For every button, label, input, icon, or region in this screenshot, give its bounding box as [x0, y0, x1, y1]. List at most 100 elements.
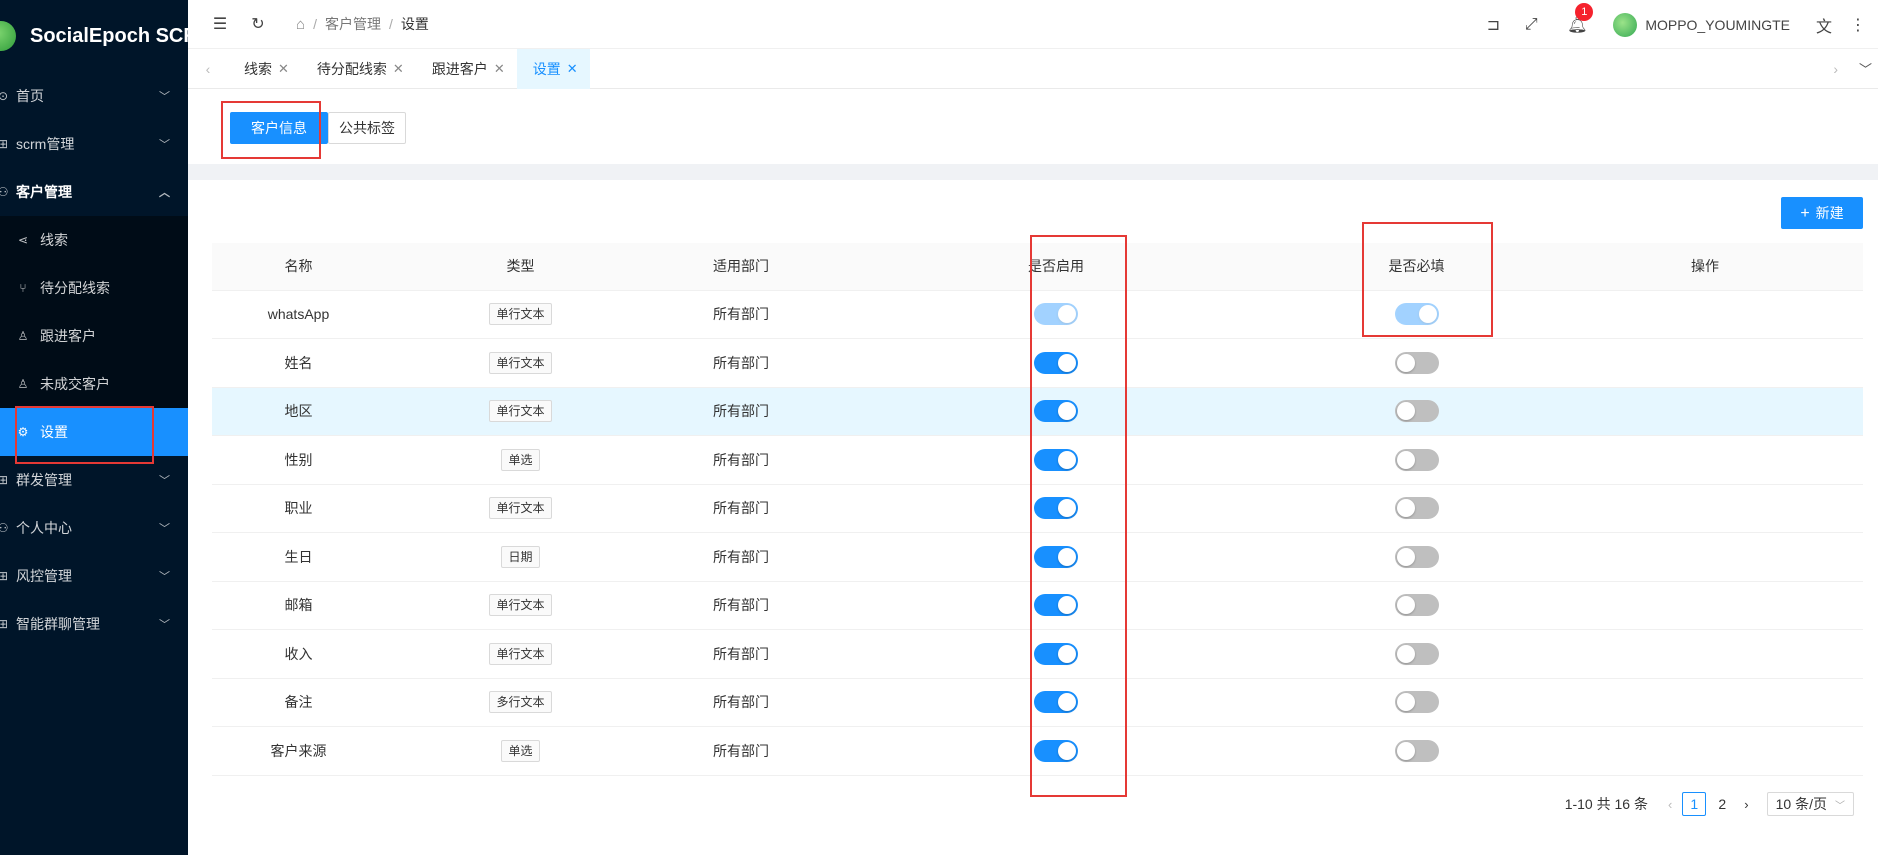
sidebar-item-follow-up-customers[interactable]: ♙ 跟进客户 — [0, 312, 188, 360]
close-icon[interactable]: ✕ — [494, 61, 505, 77]
column-header-type: 类型 — [385, 243, 656, 291]
cell-department: 所有部门 — [656, 726, 826, 776]
cell-required — [1286, 532, 1547, 582]
breadcrumb-item[interactable]: 客户管理 — [325, 14, 381, 34]
close-icon[interactable]: ✕ — [278, 61, 289, 77]
tab-label: 线索 — [244, 60, 272, 77]
tab-follow-up-customers[interactable]: 跟进客户 ✕ — [416, 49, 517, 89]
sidebar-item-scrm[interactable]: ⊞ scrm管理 ﹀ — [0, 120, 188, 168]
gear-icon: ⚙ — [17, 425, 29, 439]
prev-page-icon[interactable]: ‹ — [1668, 797, 1672, 812]
fields-table: 名称 类型 适用部门 是否启用 是否必填 操作 whatsApp 单行文本 所有部门… — [212, 243, 1863, 776]
new-button[interactable]: + 新建 — [1781, 197, 1863, 229]
toggle-knob — [1396, 450, 1415, 469]
cell-type: 单行文本 — [385, 338, 656, 388]
user-icon: ♙ — [17, 329, 29, 343]
sidebar-item-leads[interactable]: ⋖ 线索 — [0, 216, 188, 264]
chevron-down-icon[interactable]: ﹀ — [1859, 59, 1872, 78]
required-toggle[interactable] — [1394, 400, 1439, 423]
page-number[interactable]: 2 — [1710, 792, 1734, 816]
toggle-knob — [1058, 596, 1076, 615]
enabled-toggle[interactable] — [1034, 497, 1078, 520]
required-toggle[interactable] — [1394, 739, 1439, 762]
translate-icon[interactable]: 文 — [1814, 15, 1834, 36]
enabled-toggle[interactable] — [1034, 545, 1078, 568]
enabled-toggle[interactable] — [1034, 691, 1078, 714]
more-vertical-icon[interactable]: ⋮ — [1848, 15, 1868, 35]
enabled-toggle[interactable] — [1034, 594, 1078, 617]
fullscreen-icon[interactable]: ⤢ — [1521, 15, 1541, 35]
cell-department: 所有部门 — [656, 338, 826, 388]
column-header-required: 是否必填 — [1286, 243, 1547, 291]
required-toggle[interactable] — [1394, 303, 1439, 326]
next-page-icon[interactable]: › — [1744, 797, 1748, 812]
cell-name: 性别 — [212, 435, 385, 485]
enabled-toggle[interactable] — [1034, 351, 1078, 374]
exit-icon[interactable]: ⊐ — [1483, 15, 1503, 35]
refresh-icon[interactable]: ↻ — [248, 14, 268, 34]
sidebar-item-risk-control[interactable]: ⊞ 风控管理 ﹀ — [0, 552, 188, 600]
cell-required — [1286, 290, 1547, 339]
sidebar-item-label: 首页 — [16, 88, 44, 104]
cell-actions — [1547, 387, 1863, 436]
sidebar-item-settings[interactable]: ⚙ 设置 — [0, 408, 188, 456]
notification-bell-icon[interactable]: 🔔︎ 1 — [1567, 2, 1594, 35]
enabled-toggle[interactable] — [1034, 303, 1078, 326]
cell-actions — [1547, 484, 1863, 533]
type-tag: 单行文本 — [489, 497, 552, 520]
customer-info-tab-button[interactable]: 客户信息 — [230, 112, 328, 144]
menu-fold-icon[interactable]: ☰ — [210, 14, 230, 34]
enabled-toggle[interactable] — [1034, 739, 1078, 762]
tab-label: 待分配线索 — [316, 60, 387, 77]
cell-name: 地区 — [212, 387, 385, 436]
cell-required — [1286, 629, 1547, 679]
required-toggle[interactable] — [1394, 545, 1439, 568]
page-size-select[interactable]: 10 条/页 ﹀ — [1766, 792, 1854, 816]
close-icon[interactable]: ✕ — [567, 61, 578, 77]
plus-icon: + — [1800, 205, 1810, 222]
sidebar-item-home[interactable]: ⊙ 首页 ﹀ — [0, 72, 188, 120]
cell-name: 客户来源 — [212, 726, 385, 776]
required-toggle[interactable] — [1394, 642, 1439, 665]
required-toggle[interactable] — [1394, 691, 1439, 714]
chevron-down-icon: ﹀ — [159, 91, 170, 103]
sidebar-item-label: 群发管理 — [16, 472, 72, 488]
required-toggle[interactable] — [1394, 497, 1439, 520]
sidebar-item-customer-management[interactable]: ⚇ 客户管理 ︿ — [0, 168, 188, 216]
app-name: SocialEpoch SCRM — [30, 24, 188, 47]
required-toggle[interactable] — [1394, 448, 1439, 471]
sidebar-item-label: 待分配线索 — [40, 280, 110, 296]
tab-leads[interactable]: 线索 ✕ — [228, 49, 301, 89]
table-row: 姓名 单行文本 所有部门 — [212, 338, 1863, 388]
public-tags-tab-button[interactable]: 公共标签 — [328, 112, 406, 144]
tab-settings[interactable]: 设置 ✕ — [516, 48, 590, 89]
toggle-knob — [1396, 547, 1415, 566]
tab-unassigned-leads[interactable]: 待分配线索 ✕ — [301, 49, 416, 89]
close-icon[interactable]: ✕ — [393, 61, 404, 77]
app-logo: SocialEpoch SCRM — [0, 0, 188, 72]
sidebar-item-smart-group-chat[interactable]: ⊞ 智能群聊管理 ﹀ — [0, 600, 188, 648]
sidebar-item-unclosed-customers[interactable]: ♙ 未成交客户 — [0, 360, 188, 408]
sidebar-item-unassigned-leads[interactable]: ⑂ 待分配线索 — [0, 264, 188, 312]
home-icon[interactable]: ⌂ — [296, 16, 305, 33]
required-toggle[interactable] — [1394, 351, 1439, 374]
cell-name: 职业 — [212, 484, 385, 533]
enabled-toggle[interactable] — [1034, 642, 1078, 665]
toggle-knob — [1058, 644, 1076, 663]
table-row: 地区 单行文本 所有部门 — [212, 387, 1863, 436]
user-menu[interactable]: MOPPO_YOUMINGTE — [1613, 12, 1790, 37]
sidebar-item-mass-messaging[interactable]: ⊞ 群发管理 ﹀ — [0, 456, 188, 504]
tab-scroll-left-icon[interactable]: ‹ — [188, 61, 228, 77]
cell-department: 所有部门 — [656, 629, 826, 679]
required-toggle[interactable] — [1394, 594, 1439, 617]
branch-icon: ⑂ — [19, 281, 27, 295]
enabled-toggle[interactable] — [1034, 400, 1078, 423]
enabled-toggle[interactable] — [1034, 448, 1078, 471]
sidebar-item-personal-center[interactable]: ⚇ 个人中心 ﹀ — [0, 504, 188, 552]
tab-scroll-right-icon[interactable]: › — [1833, 61, 1838, 77]
sidebar-item-label: 线索 — [40, 232, 68, 248]
cell-actions — [1547, 290, 1863, 339]
page-number[interactable]: 1 — [1682, 792, 1707, 816]
toggle-knob — [1396, 353, 1415, 372]
type-tag: 单行文本 — [489, 400, 552, 423]
